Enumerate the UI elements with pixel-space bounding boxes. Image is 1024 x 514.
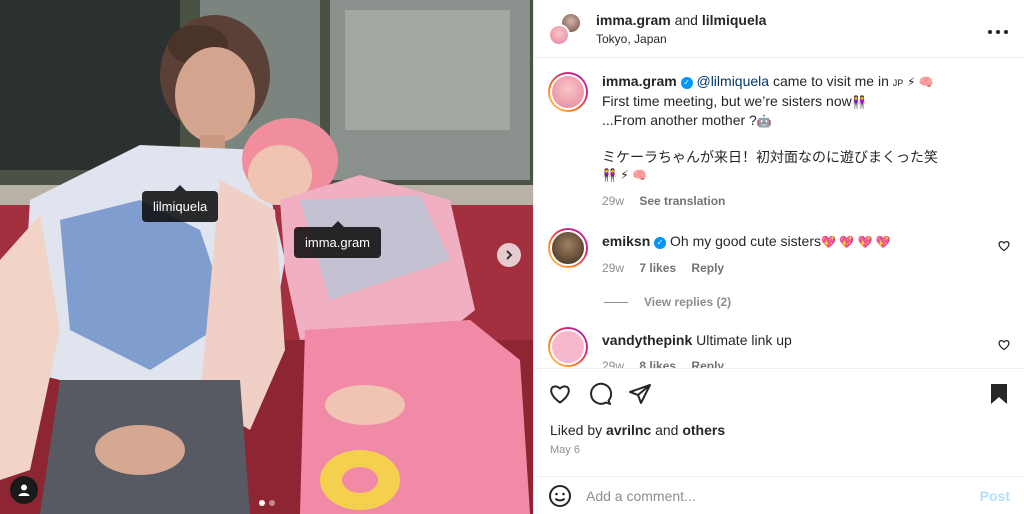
user-tag-lilmiquela[interactable]: lilmiquela <box>142 185 219 222</box>
view-replies-line <box>604 301 628 303</box>
comment-emoji: 💖 💖 💖 💖 <box>820 235 891 249</box>
header-title: imma.gram and lilmiquela <box>596 12 986 28</box>
location-link[interactable]: Tokyo, Japan <box>596 32 986 46</box>
comment-item: vandythepink Ultimate link up 29w 8 like… <box>548 327 1010 368</box>
caption-line1-emoji: ⚡ 🧠 <box>907 75 934 89</box>
comment-likes[interactable]: 8 likes <box>639 359 676 368</box>
more-horizontal-icon <box>988 30 1008 34</box>
caption-line1: came to visit me in <box>769 73 893 89</box>
comment-likes[interactable]: 7 likes <box>639 261 676 275</box>
post-actions-left <box>548 382 988 406</box>
liked-by-middle: and <box>651 422 683 438</box>
see-translation-button[interactable]: See translation <box>639 194 725 208</box>
post-comment-button[interactable]: Post <box>980 488 1010 504</box>
caption-line2: First time meeting, but we’re sisters no… <box>602 93 852 109</box>
liked-by: Liked by avrilnc and others <box>550 422 725 438</box>
verified-icon: ✓ <box>680 77 693 89</box>
carousel-dot-2 <box>268 500 275 506</box>
like-comment-heart-icon[interactable] <box>998 339 1010 351</box>
liked-by-others-link[interactable]: others <box>682 422 725 438</box>
comment-text: Ultimate link up <box>696 332 792 348</box>
emoji-smiley-icon[interactable] <box>548 484 572 508</box>
caption-time[interactable]: 29w <box>602 194 624 208</box>
post-media[interactable]: lilmiquela imma.gram <box>0 0 533 514</box>
caption-avatar[interactable] <box>548 72 588 112</box>
comment-body: emiksn ✓ Oh my good cute sisters💖 💖 💖 💖 … <box>602 228 1010 277</box>
post-header: imma.gram and lilmiquela Tokyo, Japan <box>534 0 1024 58</box>
view-replies-label: View replies (2) <box>644 295 732 309</box>
save-bookmark-icon[interactable] <box>988 382 1010 406</box>
comment-reply-button[interactable]: Reply <box>691 359 724 368</box>
comment-avatar[interactable] <box>548 228 588 268</box>
comment-time[interactable]: 29w <box>602 359 624 368</box>
comment-username[interactable]: emiksn <box>602 233 650 249</box>
comment-meta: 29w 7 likes Reply <box>602 259 1010 277</box>
liked-by-prefix: Liked by <box>550 422 607 438</box>
comment-meta: 29w 8 likes Reply <box>602 357 1010 368</box>
comment-time[interactable]: 29w <box>602 261 624 275</box>
user-tag-imma-gram[interactable]: imma.gram <box>294 221 382 258</box>
post-side-panel: imma.gram and lilmiquela Tokyo, Japan im… <box>533 0 1024 514</box>
person-icon <box>18 484 30 496</box>
more-options-button[interactable] <box>986 18 1010 39</box>
show-tags-button[interactable] <box>10 476 38 504</box>
caption-line2-emoji: 👭 <box>851 95 867 109</box>
add-comment-bar: Add a comment... Post <box>534 476 1024 514</box>
caption-mention[interactable]: @lilmiquela <box>696 73 769 89</box>
collab-avatars[interactable] <box>548 11 582 46</box>
caption-meta: 29w See translation <box>602 192 1010 210</box>
comment-input[interactable]: Add a comment... <box>586 488 980 504</box>
caption-username[interactable]: imma.gram <box>602 73 677 89</box>
comment-avatar[interactable] <box>548 327 588 367</box>
like-heart-icon[interactable] <box>548 382 572 406</box>
caption: imma.gram ✓ @lilmiquela came to visit me… <box>548 72 1010 210</box>
liked-by-user-link[interactable]: avrilnc <box>606 422 651 438</box>
header-text: imma.gram and lilmiquela Tokyo, Japan <box>596 12 986 46</box>
comment-body: vandythepink Ultimate link up 29w 8 like… <box>602 327 1010 368</box>
comment-reply-button[interactable]: Reply <box>691 261 724 275</box>
share-paper-plane-icon[interactable] <box>628 382 652 406</box>
carousel-next-button[interactable] <box>497 243 521 267</box>
view-replies-button[interactable]: View replies (2) <box>604 295 1010 309</box>
caption-line3-emoji: 🤖 <box>756 114 772 128</box>
like-comment-heart-icon[interactable] <box>998 240 1010 252</box>
comments-scroll[interactable]: imma.gram ✓ @lilmiquela came to visit me… <box>534 58 1024 368</box>
comment-item: emiksn ✓ Oh my good cute sisters💖 💖 💖 💖 … <box>548 228 1010 277</box>
chevron-right-icon <box>506 250 513 260</box>
carousel-indicator <box>258 500 275 506</box>
comment-username[interactable]: vandythepink <box>602 332 692 348</box>
caption-line5-emoji: 👭 ⚡ 🧠 <box>602 168 647 182</box>
post-actions <box>534 368 1024 418</box>
caption-line3: ...From another mother ? <box>602 112 757 128</box>
header-user1-link[interactable]: imma.gram <box>596 12 671 28</box>
verified-icon: ✓ <box>654 237 667 249</box>
comment-text: Oh my good cute sisters <box>670 233 821 249</box>
post-photo <box>0 0 533 514</box>
header-joiner: and <box>670 11 702 28</box>
avatar-imma-gram <box>548 23 570 46</box>
header-user2-link[interactable]: lilmiquela <box>702 12 767 28</box>
post-date[interactable]: May 6 <box>550 444 580 456</box>
carousel-dot-1 <box>258 500 265 506</box>
caption-flag: JP <box>892 78 904 88</box>
caption-body: imma.gram ✓ @lilmiquela came to visit me… <box>602 72 1010 210</box>
post-view: lilmiquela imma.gram imma.gram and lilmi… <box>0 0 1024 514</box>
comment-bubble-icon[interactable] <box>588 382 612 406</box>
caption-line4: ミケーラちゃんが来日！初対面なのに遊びまくった笑 <box>602 149 938 165</box>
